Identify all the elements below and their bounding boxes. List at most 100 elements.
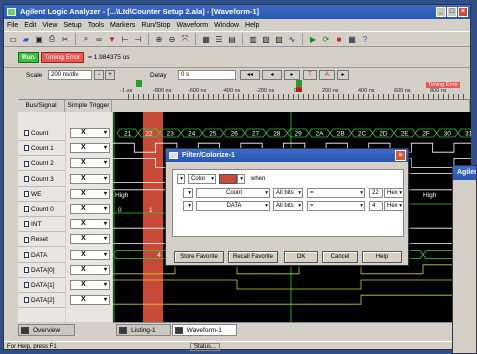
maximize-button[interactable]: □ <box>447 7 457 17</box>
nav-button-1[interactable]: ◂◂ <box>240 70 260 80</box>
run-repetitive-icon[interactable]: ⟳ <box>320 33 332 45</box>
menu-file[interactable]: File <box>7 22 18 29</box>
color-swatch[interactable] <box>219 174 237 184</box>
condition-2-toggle[interactable] <box>183 201 193 211</box>
signal-row[interactable]: DATA[0] <box>18 263 65 278</box>
color-mode-select[interactable]: Color <box>188 174 216 184</box>
condition-1-base[interactable]: Hex <box>384 188 404 198</box>
trigger-select[interactable]: X <box>70 295 110 306</box>
grid-icon[interactable]: ▦ <box>200 33 212 45</box>
bus-expand-icon[interactable] <box>24 251 29 258</box>
trigger-select[interactable]: X <box>70 188 110 199</box>
signal-row[interactable]: DATA[1] <box>18 278 65 293</box>
compare-icon[interactable]: ▨ <box>273 33 285 45</box>
color-picker-dropdown[interactable] <box>237 174 245 184</box>
condition-2-operator[interactable]: = <box>307 201 365 211</box>
signal-row[interactable]: Count 1 <box>18 141 65 157</box>
signal-row[interactable]: WE <box>18 187 65 202</box>
trigger-marker-icon[interactable] <box>296 80 302 87</box>
condition-2-value[interactable]: 4 <box>369 201 383 211</box>
menu-edit[interactable]: Edit <box>24 22 36 29</box>
trigger-select[interactable]: X <box>70 234 110 245</box>
new-file-icon[interactable]: ▭ <box>7 33 19 45</box>
marker-a-button[interactable]: A <box>319 70 335 80</box>
menu-help[interactable]: Help <box>245 22 259 29</box>
signal-row[interactable]: Count <box>18 126 65 141</box>
properties-icon[interactable]: ▦ <box>346 33 358 45</box>
tab-overview[interactable]: Overview <box>18 324 76 336</box>
nav-button-3[interactable]: ▸ <box>284 70 300 80</box>
start-marker-icon[interactable] <box>136 80 142 87</box>
trigger-select[interactable]: X <box>70 158 110 169</box>
marker-next-button[interactable]: ▸ <box>337 70 349 80</box>
cancel-button[interactable]: Cancel <box>322 251 358 263</box>
signal-row[interactable]: DATA <box>18 248 65 263</box>
trigger-select[interactable]: X <box>70 204 110 214</box>
zoom-out-icon[interactable]: ⊖ <box>166 33 178 45</box>
stop-icon[interactable]: ■ <box>333 33 345 45</box>
signal-row[interactable]: Count 0 <box>18 202 65 217</box>
analyzer-icon[interactable]: ▥ <box>247 33 259 45</box>
menu-tools[interactable]: Tools <box>88 22 104 29</box>
nav-button-2[interactable]: ◂ <box>262 70 282 80</box>
signal-row[interactable]: Reset <box>18 232 65 248</box>
list-icon[interactable]: ☰ <box>213 33 225 45</box>
bus-expand-icon[interactable] <box>24 130 29 137</box>
trigger-select[interactable]: X <box>70 249 110 260</box>
menu-window[interactable]: Window <box>214 22 239 29</box>
delay-input[interactable]: 0 s <box>178 70 236 80</box>
tab-listing[interactable]: Listing-1 <box>116 324 171 336</box>
help-button[interactable]: Help <box>362 251 402 263</box>
condition-2-bits[interactable]: All bits <box>273 201 303 211</box>
menu-view[interactable]: View <box>42 22 57 29</box>
zoom-in-icon[interactable]: ⊕ <box>153 33 165 45</box>
save-icon[interactable]: ▣ <box>33 33 45 45</box>
recall-favorite-button[interactable]: Recall Favorite <box>228 251 278 263</box>
color-row-toggle[interactable] <box>177 174 185 184</box>
signal-icon[interactable]: ∿ <box>286 33 298 45</box>
signal-row[interactable]: INT <box>18 217 65 233</box>
chart-icon[interactable]: ▧ <box>260 33 272 45</box>
close-button[interactable]: × <box>458 7 468 17</box>
goto-end-icon[interactable]: ⊣ <box>132 33 144 45</box>
trigger-select[interactable]: X <box>70 280 110 290</box>
dialog-close-button[interactable]: × <box>395 150 406 161</box>
signal-row[interactable]: Count 3 <box>18 172 65 187</box>
condition-2-base[interactable]: Hex <box>384 201 404 211</box>
condition-1-bits[interactable]: All bits <box>273 188 303 198</box>
tab-waveform[interactable]: Waveform-1 <box>171 324 237 336</box>
store-favorite-button[interactable]: Store Favorite <box>174 251 224 263</box>
condition-1-value[interactable]: 22 <box>369 188 383 198</box>
trigger-select[interactable]: X <box>70 264 110 275</box>
trigger-marker-button[interactable]: T <box>303 70 317 80</box>
condition-1-operator[interactable]: = <box>307 188 365 198</box>
binoculars-icon[interactable]: ∞ <box>93 33 105 45</box>
scale-decrease-button[interactable]: - <box>94 70 104 80</box>
trigger-select[interactable]: X <box>70 173 110 184</box>
marker-icon[interactable]: ▼ <box>106 33 118 45</box>
run-button[interactable]: Run <box>18 52 39 63</box>
trigger-select[interactable]: X <box>70 219 110 230</box>
condition-1-toggle[interactable] <box>183 188 193 198</box>
condition-1-signal[interactable]: Count <box>196 188 270 198</box>
scale-input[interactable]: 200 ns/div <box>48 70 92 80</box>
zoom-fit-icon[interactable]: ⤧ <box>179 33 191 45</box>
find-icon[interactable]: ⌕ <box>80 33 92 45</box>
scale-increase-button[interactable]: + <box>105 70 115 80</box>
menu-markers[interactable]: Markers <box>110 22 135 29</box>
cut-icon[interactable]: ✂ <box>59 33 71 45</box>
minimize-button[interactable]: _ <box>436 7 446 17</box>
menu-waveform[interactable]: Waveform <box>177 22 209 29</box>
goto-start-icon[interactable]: ⊢ <box>119 33 131 45</box>
run-icon[interactable]: ▶ <box>307 33 319 45</box>
simple-trigger-header[interactable]: Simple Trigger <box>66 100 112 112</box>
ok-button[interactable]: OK <box>284 251 318 263</box>
trigger-select[interactable]: X <box>70 143 110 154</box>
help-icon[interactable]: ? <box>359 33 371 45</box>
menu-run-stop[interactable]: Run/Stop <box>141 22 170 29</box>
signal-row[interactable]: Count 2 <box>18 156 65 172</box>
bus-signal-header[interactable]: Bus/Signal <box>18 100 65 112</box>
menu-setup[interactable]: Setup <box>63 22 81 29</box>
open-folder-icon[interactable]: ▰ <box>20 33 32 45</box>
status-button[interactable]: Status... <box>190 343 220 351</box>
